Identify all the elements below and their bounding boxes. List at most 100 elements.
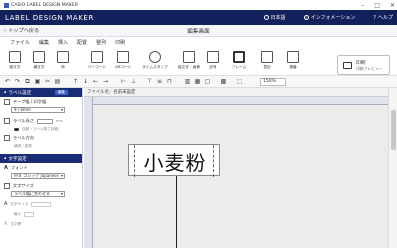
font-select[interactable]: ＭＳ ゴシック Japanese [11,173,65,179]
auto-length-row: 自動（ラベル長さ自動） [0,126,82,133]
move-right-icon[interactable]: → [102,78,109,85]
menu-arrange[interactable]: 配置 [77,39,87,46]
move-up-icon[interactable]: ↑ [72,78,79,85]
label-settings-header[interactable]: ▴ ラベル設定 編集 [0,88,82,97]
back-to-top-button[interactable]: ‹ トップへ戻る [0,27,39,35]
label-length-unit: mm [55,119,63,123]
menu-print[interactable]: 印刷 [115,39,125,46]
serial-number-icon [287,51,299,63]
cut-icon[interactable]: ✂ [44,78,51,85]
minimize-button[interactable]: – [361,2,364,9]
header-links: 日本語 i インフォメーション ? ヘルプ [263,10,393,25]
help-icon: ? [373,14,376,21]
tape-width-select[interactable]: 9 / 8mm [11,107,65,113]
align-bottom-icon[interactable]: ⊓ [166,78,173,85]
app-logo-icon [4,2,9,8]
tape-icon [4,99,10,105]
edit-label-button[interactable]: 編集 [54,90,68,95]
notation-button[interactable]: 表記 [256,51,278,70]
label-text[interactable]: 小麦粉 [129,145,221,177]
information-button[interactable]: i インフォメーション [303,14,356,21]
collapse-icon: ▴ [4,156,7,161]
maximize-button[interactable]: □ [374,2,380,9]
notation-icon [261,51,273,63]
menu-align[interactable]: 整列 [96,39,106,46]
page-title: 編集画面 [187,28,210,35]
brand-title: LABEL DESIGN MAKER [5,13,94,22]
close-button[interactable]: ✕ [390,2,395,9]
print-button[interactable]: 印刷 印刷プレビュー [337,55,390,75]
serial-number-button[interactable]: 連番 [282,51,304,70]
language-label: 日本語 [270,15,286,21]
tape-width-row: テープ幅 / 印字幅 [0,97,82,107]
qrcode-label: QRコード [114,65,132,69]
horizontal-text-button[interactable]: 横文字 [28,51,50,70]
direction-options[interactable]: 横書 / 縦書 [0,143,82,150]
menu-edit[interactable]: 編集 [39,39,49,46]
vertical-text-icon [9,51,21,63]
frame-template-button[interactable]: フレーム [228,51,250,70]
auto-length-toggle[interactable] [14,128,19,131]
file-tab[interactable]: ファイル名：名前未設定 [84,88,388,97]
window-title: CASIO LABEL DESIGN MAKER [11,2,78,8]
distribute-v-icon[interactable]: ▦ [194,78,201,85]
nav-bar: ‹ トップへ戻る 編集画面 [0,25,397,37]
redo-icon[interactable]: ↷ [14,78,21,85]
image-button[interactable]: 絵文字・画像 [178,51,200,70]
align-left-icon[interactable]: ⊢ [120,78,127,85]
barcode-button[interactable]: バーコード [86,51,108,70]
vertical-text-button[interactable]: 縦文字 [4,51,26,70]
group-icon[interactable]: ▢ [204,78,211,85]
image-label: 絵文字・画像 [177,65,201,69]
chevron-left-icon: ‹ [4,27,7,34]
frame-button[interactable]: 枠 [52,51,74,70]
frame-template-icon [233,51,245,63]
char-size-select[interactable]: ラベル幅に合わせる [11,191,65,197]
align-center-icon[interactable]: ⊥ [130,78,137,85]
help-button[interactable]: ? ヘルプ [373,14,393,22]
menu-insert[interactable]: 挿入 [58,39,68,46]
min-size-input[interactable] [24,211,35,217]
collapse-icon: ▴ [4,90,7,95]
small-text-input[interactable] [31,201,52,207]
tape-width-label: テープ幅 / 印字幅 [13,99,47,104]
language-button[interactable]: 日本語 [263,14,286,21]
delete-icon[interactable]: ▤ [54,78,61,85]
horizontal-text-label: 横文字 [33,65,45,69]
label-length-input[interactable] [36,118,53,124]
align-middle-icon[interactable]: ≡ [156,78,163,85]
menu-file[interactable]: ファイル [10,39,30,46]
label-preview[interactable]: 小麦粉 [128,144,221,177]
symbol-button[interactable]: 記号 [202,51,224,70]
timestamp-label: タイムスタンプ [142,65,168,69]
move-left-icon[interactable]: ← [92,78,99,85]
font-row: A フォント [0,163,82,173]
move-down-icon[interactable]: ↓ [82,78,89,85]
scrollbar-thumb[interactable] [391,110,396,150]
text-size-icon: A [4,201,8,207]
direction-label: ラベル方向 [13,135,34,140]
timestamp-button[interactable]: タイムスタンプ [142,51,168,70]
align-top-icon[interactable]: ⊤ [146,78,153,85]
fit-icon[interactable]: ⬚ [236,78,243,85]
vertical-scrollbar[interactable] [388,88,397,248]
paste-icon[interactable]: ▣ [34,78,41,85]
qrcode-button[interactable]: QRコード [112,51,134,70]
zoom-select[interactable]: 150% [260,78,286,86]
info-icon: i [303,15,309,20]
undo-icon[interactable]: ↶ [4,78,11,85]
frame-icon [57,51,69,63]
label-workspace[interactable]: 小麦粉 [93,105,388,248]
window-controls: – □ ✕ [361,0,395,10]
information-label: インフォメーション [310,15,356,21]
frame-template-label: フレーム [231,65,247,69]
text-settings-header[interactable]: ▴ 文字設定 [0,154,82,163]
label-length-label: ラベル長さ [13,118,34,123]
vertical-text-label: 縦文字 [9,65,21,69]
grid-icon[interactable]: ▩ [220,78,227,85]
font-label: フォント [10,165,28,170]
edit-toolbar: ↶ ↷ ⧉ ▣ ✂ ▤ ↑ ↓ ← → ⊢ ⊥ ⊤ ≡ ⊓ ▥ ▦ ▢ ▩ ⬚ … [0,76,397,88]
copy-icon[interactable]: ⧉ [24,78,31,85]
direction-row: ラベル方向 [0,133,82,143]
distribute-h-icon[interactable]: ▥ [184,78,191,85]
